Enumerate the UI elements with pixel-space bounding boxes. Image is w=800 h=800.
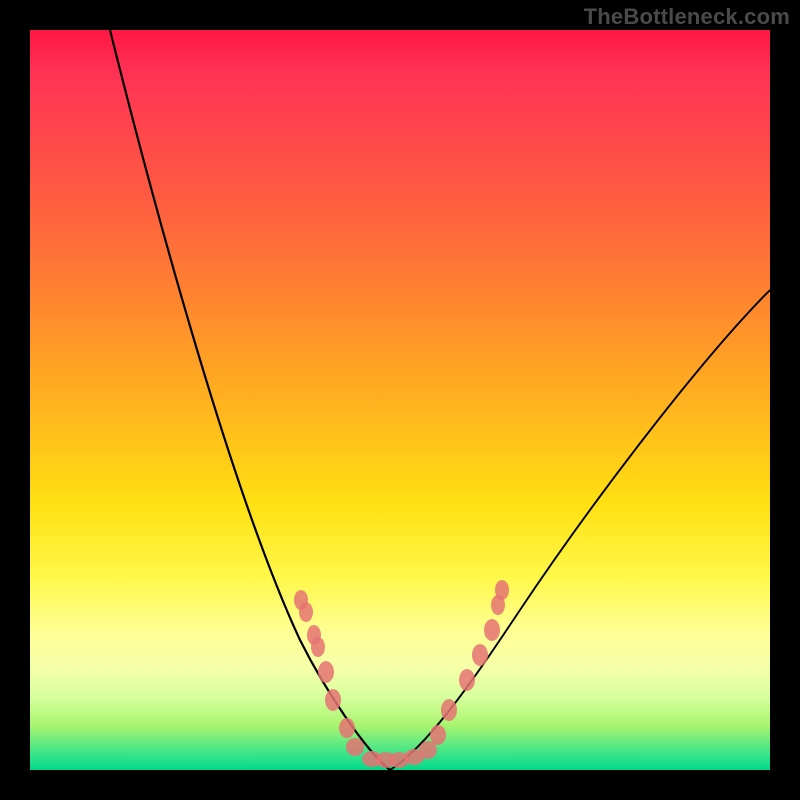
marker-dot — [311, 637, 325, 657]
marker-dot — [430, 725, 446, 745]
marker-dot — [325, 689, 341, 711]
marker-dot — [484, 619, 500, 641]
curve-layer — [30, 30, 770, 770]
plot-area — [30, 30, 770, 770]
curve-left-branch — [110, 30, 390, 770]
marker-dot — [495, 580, 509, 600]
marker-dot — [441, 699, 457, 721]
watermark-text: TheBottleneck.com — [584, 4, 790, 30]
marker-dot — [339, 718, 355, 738]
marker-dot — [346, 738, 364, 756]
curve-right-branch — [390, 290, 770, 770]
marker-dot — [299, 602, 313, 622]
chart-frame: TheBottleneck.com — [0, 0, 800, 800]
marker-dot — [318, 661, 334, 683]
marker-dot — [472, 644, 488, 666]
marker-dot — [459, 669, 475, 691]
